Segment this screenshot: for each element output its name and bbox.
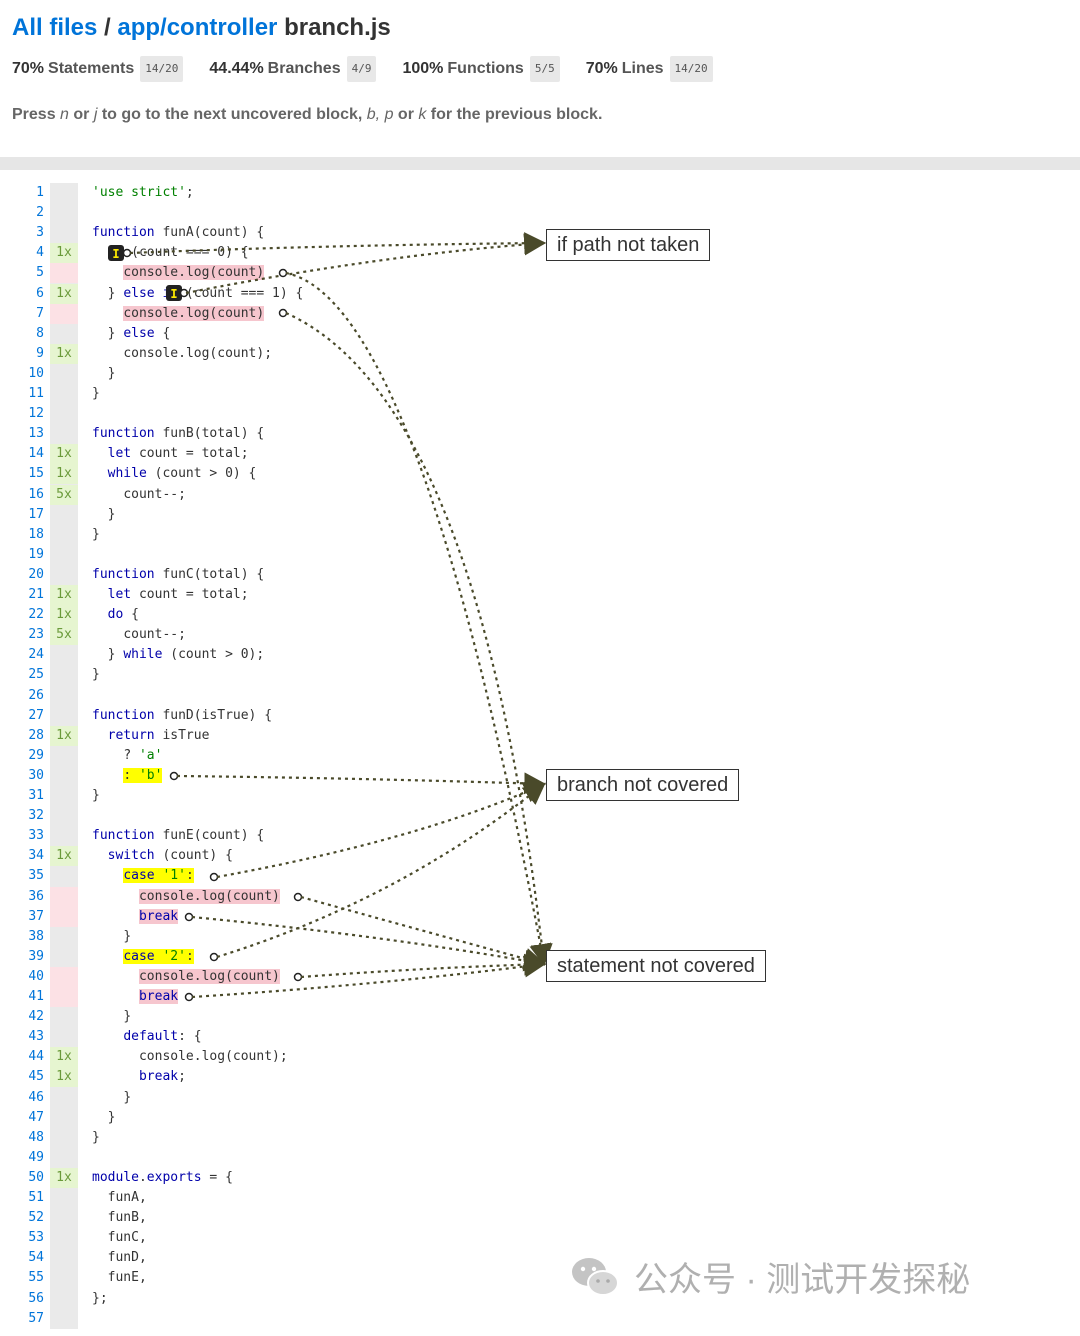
annotation-anchor: [209, 872, 219, 882]
annotation-anchor: [122, 248, 132, 258]
if-path-marker-glyph: I: [170, 287, 177, 301]
annotation-arrow: [191, 915, 547, 972]
annotation-arrow: [129, 232, 547, 255]
annotation-anchor: [209, 952, 219, 962]
annotation-anchor: [184, 992, 194, 1002]
legend-if-path-not-taken: if path not taken: [546, 229, 711, 261]
annotation-arrow: [285, 311, 553, 967]
annotation-arrow: [216, 782, 546, 959]
watermark-text: 公众号 · 测试开发探秘: [634, 1261, 971, 1299]
annotation-anchor: [184, 912, 194, 922]
annotation-arrow: [300, 953, 547, 979]
legend-statement-not-covered: statement not covered: [546, 950, 766, 982]
if-path-marker-glyph: I: [112, 247, 119, 261]
legend-branch-not-covered: branch not covered: [546, 769, 740, 801]
annotation-arrow: [285, 271, 552, 967]
annotation-anchor: [293, 972, 303, 982]
annotation-anchor: [278, 268, 288, 278]
annotation-arrow: [300, 895, 547, 970]
annotation-arrow: [176, 772, 547, 795]
annotation-arrow: [216, 782, 547, 879]
watermark: 公众号 · 测试开发探秘: [570, 1252, 970, 1301]
annotation-anchor: [278, 308, 288, 318]
annotation-anchor: [169, 771, 179, 781]
annotation-anchor: [293, 892, 303, 902]
wechat-icon: [572, 1257, 619, 1296]
annotation-arrows: II: [108, 232, 553, 1002]
annotation-arrow: [185, 233, 547, 295]
annotation-arrow: [191, 955, 547, 999]
